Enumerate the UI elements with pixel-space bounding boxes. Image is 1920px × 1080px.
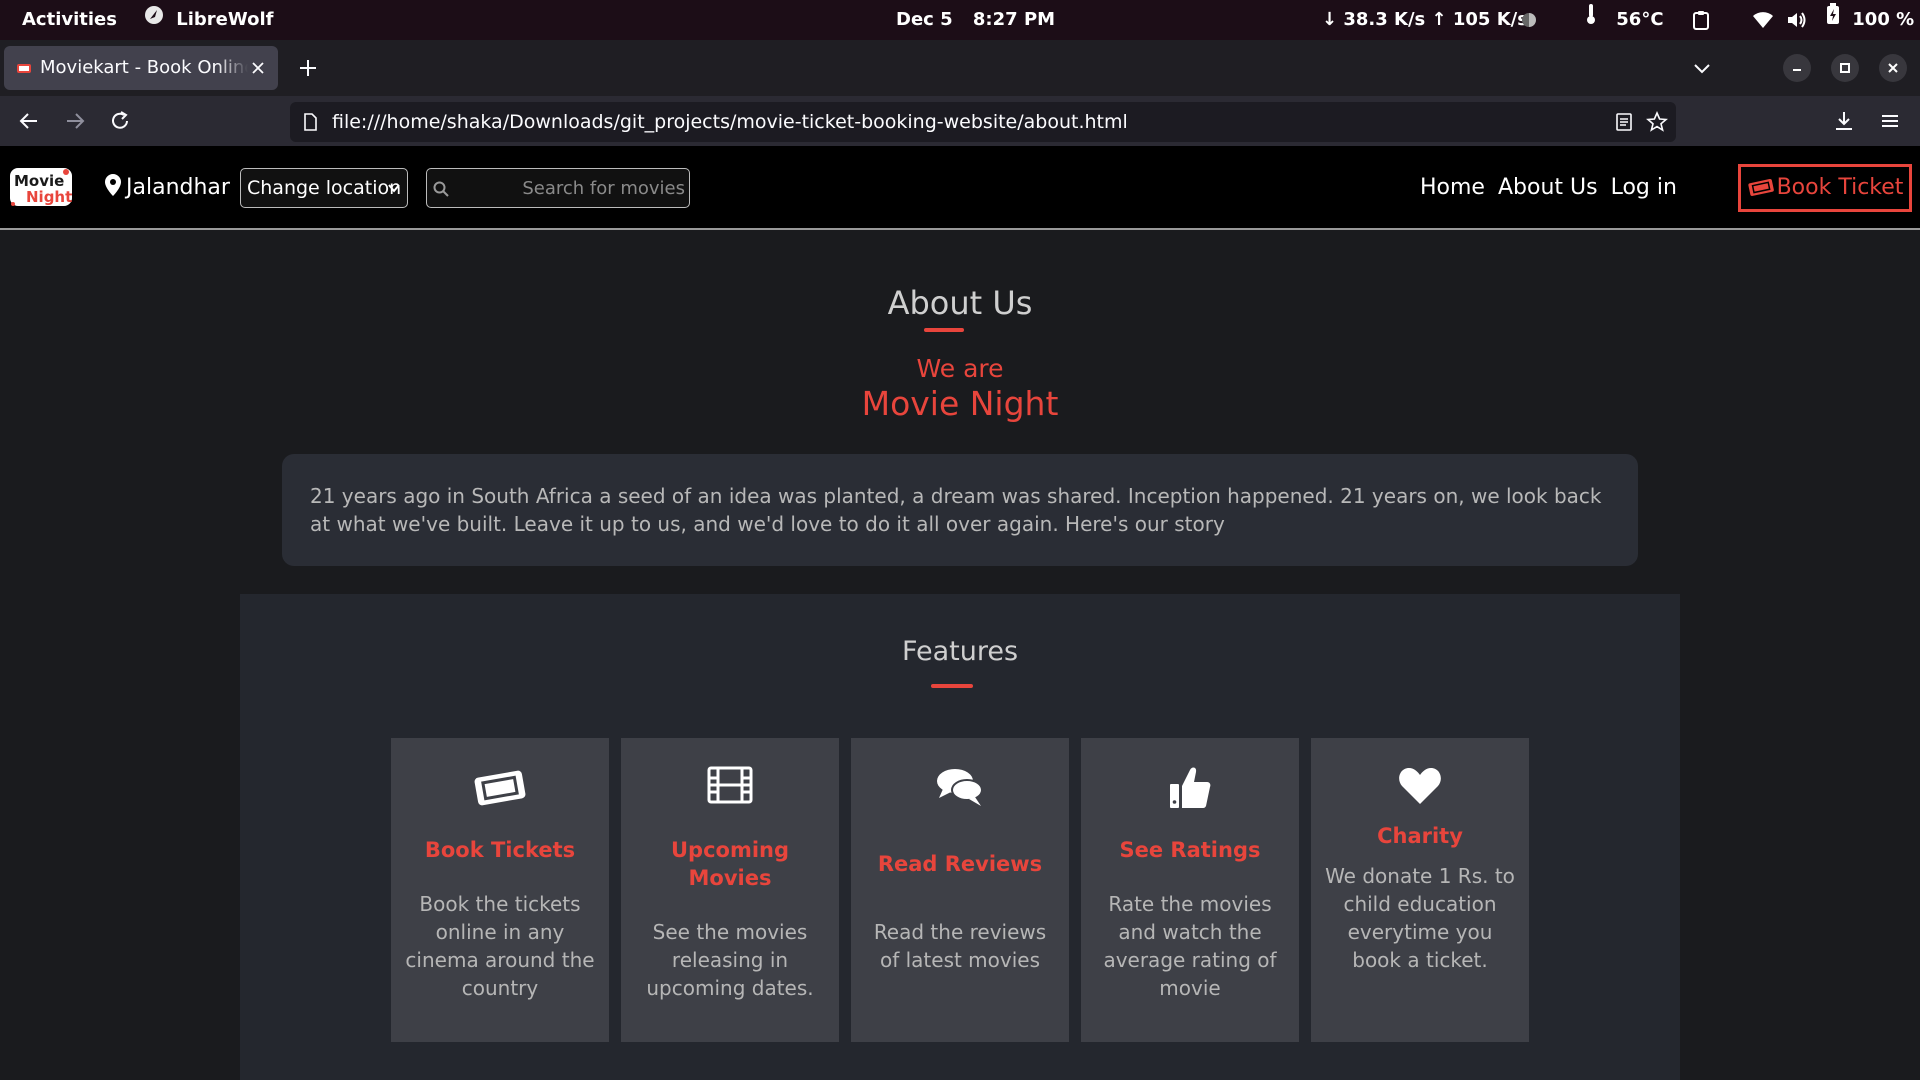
reload-icon[interactable] xyxy=(107,108,133,134)
date-label: Dec 5 xyxy=(896,9,953,30)
we-are-label: We are xyxy=(916,354,1004,383)
movie-search[interactable] xyxy=(426,168,690,208)
tab-strip: Moviekart - Book Online Movie Tickets xyxy=(0,40,1920,96)
bookmark-star-icon[interactable] xyxy=(1646,111,1668,133)
title-underline xyxy=(924,328,964,332)
battery-indicator[interactable]: 100 % xyxy=(1826,0,1914,40)
movie-night-logo[interactable]: Movie Night xyxy=(8,164,76,210)
feature-title: Charity xyxy=(1377,824,1463,848)
maximize-button[interactable] xyxy=(1831,54,1859,82)
feature-desc: Read the reviews of latest movies xyxy=(873,920,1047,972)
net-speed-indicator: ↓ 38.3 K/s ↑ 105 K/s xyxy=(1322,9,1528,30)
minimize-icon xyxy=(1793,69,1801,71)
ticket-icon xyxy=(474,770,526,806)
about-page: About Us We are Movie Night 21 years ago… xyxy=(0,232,1920,1080)
story-box: 21 years ago in South Africa a seed of a… xyxy=(282,454,1638,566)
downloads-icon[interactable] xyxy=(1831,108,1857,134)
time-label: 8:27 PM xyxy=(972,9,1056,30)
feature-title: Book Tickets xyxy=(424,838,576,862)
feature-card-upcoming-movies[interactable]: Upcoming Movies See the movies releasing… xyxy=(621,738,839,1042)
change-location-label: Change location xyxy=(247,177,402,199)
clipboard-icon[interactable] xyxy=(1692,0,1710,40)
nav-home-link[interactable]: Home xyxy=(1420,175,1485,200)
new-tab-icon[interactable] xyxy=(296,56,320,80)
back-icon[interactable] xyxy=(16,108,42,134)
nav-about-link[interactable]: About Us xyxy=(1498,175,1598,200)
map-pin-icon xyxy=(104,149,122,233)
brand-heading: Movie Night xyxy=(861,384,1059,423)
temperature-indicator: 56°C xyxy=(1584,0,1664,40)
feature-desc: Rate the movies and watch the average ra… xyxy=(1103,892,1277,1000)
thermometer-icon xyxy=(1584,0,1598,40)
url-bar[interactable]: file:///home/shaka/Downloads/git_project… xyxy=(290,102,1676,142)
battery-label: 100 % xyxy=(1852,9,1915,30)
feature-card-read-reviews[interactable]: Read Reviews Read the reviews of latest … xyxy=(851,738,1069,1042)
main-nav: Home About Us Log in xyxy=(1420,146,1683,230)
tab-close-icon[interactable] xyxy=(248,58,268,78)
ticket-icon xyxy=(1747,170,1775,212)
search-icon xyxy=(433,181,449,197)
navigation-toolbar: file:///home/shaka/Downloads/git_project… xyxy=(0,96,1920,146)
minimize-button[interactable] xyxy=(1783,54,1811,82)
feature-desc: We donate 1 Rs. to child education every… xyxy=(1325,864,1515,972)
feature-desc: Book the tickets online in any cinema ar… xyxy=(405,892,595,1000)
comments-icon xyxy=(937,769,983,806)
feature-title: Upcoming Movies xyxy=(670,838,790,890)
book-ticket-button[interactable]: Book Ticket xyxy=(1738,164,1912,212)
volume-icon[interactable] xyxy=(1786,0,1808,40)
url-text[interactable]: file:///home/shaka/Downloads/git_project… xyxy=(332,102,1128,142)
feature-card-see-ratings[interactable]: See Ratings Rate the movies and watch th… xyxy=(1081,738,1299,1042)
close-window-button[interactable] xyxy=(1879,54,1907,82)
site-header: Movie Night Jalandhar Change location Ho… xyxy=(0,146,1920,230)
change-location-select[interactable]: Change location xyxy=(240,168,408,208)
location-name: Jalandhar xyxy=(126,175,230,200)
app-menu[interactable]: LibreWolf xyxy=(144,0,273,40)
features-section: Features Book Tickets Book the tickets o… xyxy=(240,594,1680,1080)
list-all-tabs-icon[interactable] xyxy=(1690,56,1714,80)
nav-login-link[interactable]: Log in xyxy=(1611,175,1677,200)
weather-icon xyxy=(1520,0,1538,40)
activities-button[interactable]: Activities xyxy=(22,0,117,40)
book-ticket-label: Book Ticket xyxy=(1776,175,1904,200)
site-favicon xyxy=(17,64,31,73)
clock[interactable]: Dec 5 8:27 PM xyxy=(896,0,1055,40)
system-top-bar: Activities LibreWolf Dec 5 8:27 PM ↓ 38.… xyxy=(0,0,1920,40)
features-title: Features xyxy=(901,636,1019,667)
story-text: 21 years ago in South Africa a seed of a… xyxy=(310,484,1602,536)
film-icon xyxy=(707,766,753,804)
heart-icon xyxy=(1399,768,1441,804)
temperature-label: 56°C xyxy=(1616,9,1664,30)
reader-view-icon[interactable] xyxy=(1614,112,1634,132)
tab-title: Moviekart - Book Online Movie Tickets xyxy=(40,57,248,78)
maximize-icon xyxy=(1840,63,1850,73)
menu-icon[interactable] xyxy=(1877,108,1903,134)
forward-icon[interactable] xyxy=(62,108,88,134)
feature-card-charity[interactable]: Charity We donate 1 Rs. to child educati… xyxy=(1311,738,1529,1042)
feature-desc: See the movies releasing in upcoming dat… xyxy=(646,920,814,1000)
librewolf-icon xyxy=(144,0,164,40)
feature-title: See Ratings xyxy=(1119,838,1261,862)
chevron-down-icon xyxy=(388,184,400,193)
feature-card-book-tickets[interactable]: Book Tickets Book the tickets online in … xyxy=(391,738,609,1042)
about-title: About Us xyxy=(887,284,1033,322)
close-icon xyxy=(1888,63,1898,73)
svg-text:Night: Night xyxy=(26,188,72,206)
search-input[interactable] xyxy=(457,169,685,207)
thumbs-up-icon xyxy=(1170,767,1211,808)
feature-title: Read Reviews xyxy=(877,852,1043,876)
file-icon xyxy=(304,113,317,131)
battery-icon xyxy=(1826,0,1840,40)
features-underline xyxy=(931,684,973,688)
wifi-icon[interactable] xyxy=(1752,0,1774,40)
tab-active[interactable]: Moviekart - Book Online Movie Tickets xyxy=(4,46,278,90)
current-location: Jalandhar xyxy=(104,146,230,233)
app-name: LibreWolf xyxy=(176,9,274,30)
